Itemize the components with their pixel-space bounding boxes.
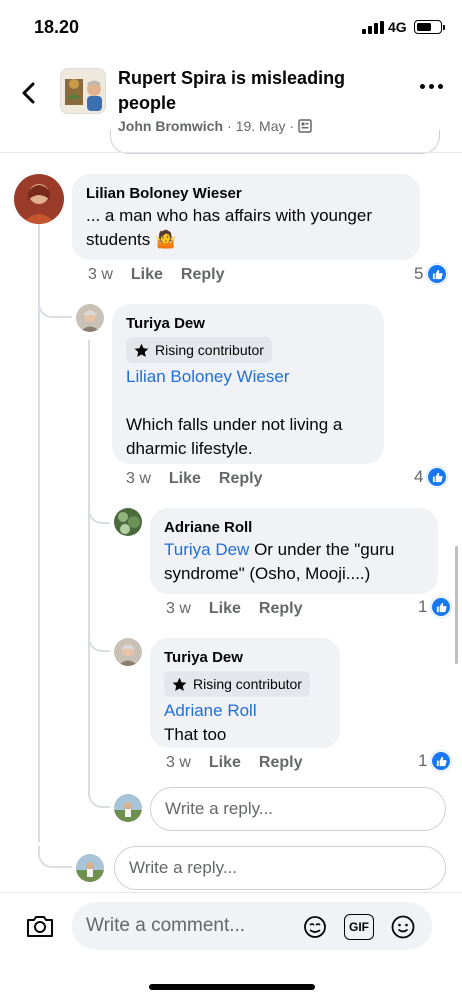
star-icon <box>134 343 149 357</box>
reaction-summary[interactable]: 1 <box>418 751 452 771</box>
network-label: 4G <box>388 19 407 35</box>
like-button[interactable]: Like <box>169 470 201 488</box>
post-title: Rupert Spira is misleading people <box>118 68 346 113</box>
reaction-summary[interactable]: 1 <box>418 597 452 617</box>
avatar[interactable] <box>114 638 142 666</box>
reply-button[interactable]: Reply <box>259 600 303 618</box>
like-icon <box>427 467 448 487</box>
comment-time: 3 w <box>166 600 191 617</box>
comment-time: 3 w <box>126 470 151 487</box>
like-icon <box>431 597 452 617</box>
comment-actions: 3 w Like Reply <box>126 470 263 488</box>
status-bar: 18.20 4G <box>0 0 462 52</box>
comment-bubble: Turiya Dew Rising contributor Lilian Bol… <box>112 304 384 464</box>
signal-icon <box>362 21 384 34</box>
reaction-summary[interactable]: 5 <box>414 264 448 284</box>
like-icon <box>431 751 452 771</box>
home-indicator <box>149 984 315 990</box>
comment-text: Turiya Dew Or under the "guru syndrome" … <box>164 540 395 583</box>
smiley-icon[interactable] <box>390 914 416 940</box>
avatar[interactable] <box>14 174 64 224</box>
comment-mention[interactable]: Lilian Boloney Wieser <box>126 365 370 389</box>
gif-icon[interactable]: GIF <box>344 914 374 940</box>
like-button[interactable]: Like <box>209 754 241 772</box>
reaction-summary[interactable]: 4 <box>414 467 448 487</box>
battery-icon <box>414 20 445 34</box>
thread-connector <box>88 504 110 524</box>
comment-author[interactable]: Turiya Dew <box>164 648 326 668</box>
comment-actions: 3 w Like Reply <box>88 266 225 284</box>
like-icon <box>427 264 448 284</box>
comment-actions: 3 w Like Reply <box>166 754 303 772</box>
thread-connector <box>38 846 72 868</box>
comment-bubble: Adriane Roll Turiya Dew Or under the "gu… <box>150 508 438 594</box>
comment-author[interactable]: Lilian Boloney Wieser <box>86 184 406 204</box>
camera-icon[interactable] <box>24 910 56 942</box>
avatar <box>76 854 104 882</box>
thread-connector <box>88 632 110 652</box>
comment-author[interactable]: Adriane Roll <box>164 518 424 538</box>
like-button[interactable]: Like <box>131 266 163 284</box>
comment-actions: 3 w Like Reply <box>166 600 303 618</box>
post-thumbnail[interactable] <box>60 68 106 114</box>
comment-time: 3 w <box>88 266 113 283</box>
like-button[interactable]: Like <box>209 600 241 618</box>
header-divider <box>0 152 462 153</box>
status-time: 18.20 <box>34 17 80 37</box>
avatar[interactable] <box>76 304 104 332</box>
more-options-button[interactable] <box>420 84 444 92</box>
comment-bubble: Lilian Boloney Wieser ... a man who has … <box>72 174 420 260</box>
comment-text: ... a man who has affairs with younger s… <box>86 206 373 249</box>
reply-button[interactable]: Reply <box>219 470 263 488</box>
thread-line-nested <box>88 340 90 790</box>
reply-input[interactable]: Write a reply... <box>114 846 446 890</box>
thread-connector <box>38 296 72 318</box>
reply-button[interactable]: Reply <box>181 266 225 284</box>
rising-contributor-badge: Rising contributor <box>126 337 272 363</box>
star-icon <box>172 677 187 691</box>
comment-input[interactable]: Write a comment... GIF <box>72 902 432 950</box>
composer-divider <box>0 892 462 893</box>
avatar <box>114 794 142 822</box>
reply-input[interactable]: Write a reply... <box>150 787 446 831</box>
comment-mention[interactable]: Adriane Roll <box>164 699 326 723</box>
comment-mention[interactable]: Turiya Dew <box>164 540 249 559</box>
previous-reply-input <box>110 130 440 154</box>
comment-time: 3 w <box>166 754 191 771</box>
comment-author[interactable]: Turiya Dew <box>126 314 370 334</box>
comment-placeholder: Write a comment... <box>86 915 246 936</box>
thread-connector <box>88 786 110 808</box>
back-arrow-icon[interactable] <box>16 80 42 106</box>
avatar-sticker-icon[interactable] <box>302 914 328 940</box>
thread-line-main <box>38 222 40 842</box>
scrollbar[interactable] <box>455 546 458 664</box>
comment-text: Which falls under not living a dharmic l… <box>126 415 343 458</box>
rising-contributor-badge: Rising contributor <box>164 671 310 697</box>
shrug-emoji: 🤷 <box>155 230 177 249</box>
reply-button[interactable]: Reply <box>259 754 303 772</box>
comment-bubble: Turiya Dew Rising contributor Adriane Ro… <box>150 638 340 748</box>
avatar[interactable] <box>114 508 142 536</box>
comment-text: That too <box>164 725 227 744</box>
